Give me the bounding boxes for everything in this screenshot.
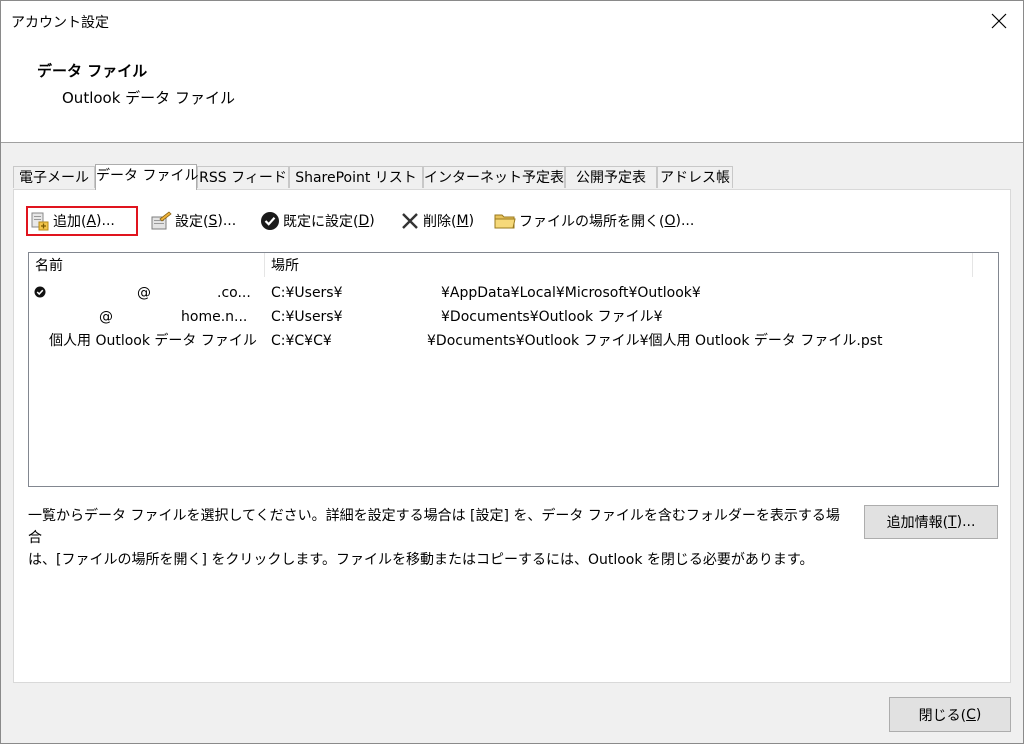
row-name-part: @: [99, 309, 113, 325]
open-file-location-label: ファイルの場所を開く(: [519, 214, 665, 230]
help-text: 一覧からデータ ファイルを選択してください。詳細を設定する場合は [設定] を、…: [28, 505, 848, 571]
set-default-button-label: 既定に設定(: [283, 214, 359, 230]
list-header: 名前 場所: [29, 253, 998, 277]
close-window-button[interactable]: [977, 1, 1023, 41]
row-location-part: C:¥C¥C¥: [271, 333, 332, 349]
settings-button-suffix: )...: [217, 213, 237, 229]
account-settings-dialog: アカウント設定 データ ファイル Outlook データ ファイル 電子メール …: [0, 0, 1024, 744]
settings-button-key: S: [208, 213, 218, 229]
tab-sharepoint-lists[interactable]: SharePoint リスト: [289, 166, 423, 188]
tab-data-files[interactable]: データ ファイル: [95, 164, 198, 190]
row-location-part: C:¥Users¥: [271, 309, 343, 325]
close-button-suffix: ): [975, 706, 982, 723]
more-info-key: T: [948, 514, 957, 530]
set-default-button-key: D: [358, 213, 370, 229]
title-bar: アカウント設定: [1, 1, 1023, 41]
row-location-part: ¥Documents¥Outlook ファイル¥: [441, 309, 663, 325]
row-name-part: @: [137, 285, 151, 301]
more-info-label: 追加情報(: [886, 515, 949, 531]
delete-button-key: M: [456, 213, 469, 229]
tab-address-books[interactable]: アドレス帳: [657, 166, 733, 188]
open-file-location-button[interactable]: ファイルの場所を開く(O)...: [494, 206, 694, 236]
row-location-part: C:¥Users¥: [271, 285, 343, 301]
delete-button[interactable]: 削除(M): [400, 206, 474, 236]
header-title: データ ファイル: [37, 62, 148, 80]
close-icon: [991, 13, 1007, 29]
row-location-part: ¥Documents¥Outlook ファイル¥個人用 Outlook データ …: [427, 333, 883, 349]
delete-button-label: 削除(: [423, 214, 457, 230]
list-row[interactable]: @ .co... C:¥Users¥ ¥AppData¥Local¥Micros…: [29, 281, 998, 305]
delete-x-icon: [402, 213, 418, 229]
settings-button-label: 設定(: [175, 214, 209, 230]
data-file-list[interactable]: 名前 場所 @ .co... C:¥Users¥ ¥AppData¥Local¥…: [28, 252, 999, 487]
add-button[interactable]: 追加(A)...: [26, 206, 138, 236]
folder-icon: [494, 214, 516, 229]
list-row[interactable]: @ home.n... C:¥Users¥ ¥Documents¥Outlook…: [29, 305, 998, 329]
set-default-button-suffix: ): [369, 213, 375, 229]
add-data-file-icon: [31, 212, 49, 231]
close-button-key: C: [966, 706, 976, 723]
list-row[interactable]: 個人用 Outlook データ ファイル C:¥C¥C¥ ¥Documents¥…: [29, 329, 998, 353]
open-file-location-suffix: )...: [675, 213, 695, 229]
header-subtitle: Outlook データ ファイル: [62, 89, 235, 107]
help-text-line-1: 一覧からデータ ファイルを選択してください。詳細を設定する場合は [設定] を、…: [28, 508, 840, 546]
checkmark-circle-icon: [261, 212, 279, 230]
more-info-suffix: )...: [956, 514, 976, 530]
window-title: アカウント設定: [11, 15, 109, 31]
add-button-key: A: [86, 213, 97, 229]
tab-email[interactable]: 電子メール: [13, 166, 95, 188]
tab-rss-feeds[interactable]: RSS フィード: [197, 166, 289, 188]
dialog-header: データ ファイル Outlook データ ファイル: [1, 41, 1023, 143]
tab-published-calendars[interactable]: 公開予定表: [565, 166, 657, 188]
column-header-location[interactable]: 場所: [265, 253, 973, 277]
add-button-label: 追加(: [53, 214, 87, 230]
data-files-panel: 追加(A)... 設定(S)... 既定に設定(D) 削除(M) ファ…: [13, 189, 1011, 683]
row-name-part: 個人用 Outlook データ ファイル: [49, 333, 257, 349]
tab-internet-calendars[interactable]: インターネット予定表: [423, 166, 565, 188]
row-name-part: home.n...: [181, 309, 248, 325]
delete-button-suffix: ): [468, 213, 475, 229]
row-location-part: ¥AppData¥Local¥Microsoft¥Outlook¥: [441, 285, 701, 301]
row-name-part: .co...: [217, 285, 251, 301]
close-dialog-button[interactable]: 閉じる(C): [889, 697, 1011, 732]
close-button-label: 閉じる(: [918, 707, 967, 724]
settings-button[interactable]: 設定(S)...: [150, 206, 236, 236]
add-button-suffix: )...: [96, 213, 115, 229]
default-checkmark-icon: [34, 286, 46, 298]
settings-icon: [151, 211, 172, 230]
column-header-name[interactable]: 名前: [29, 253, 265, 277]
open-file-location-key: O: [664, 213, 676, 229]
more-info-button[interactable]: 追加情報(T)...: [864, 505, 998, 539]
set-default-button[interactable]: 既定に設定(D): [260, 206, 375, 236]
help-text-line-2: は、[ファイルの場所を開く] をクリックします。ファイルを移動またはコピーするに…: [28, 552, 814, 568]
